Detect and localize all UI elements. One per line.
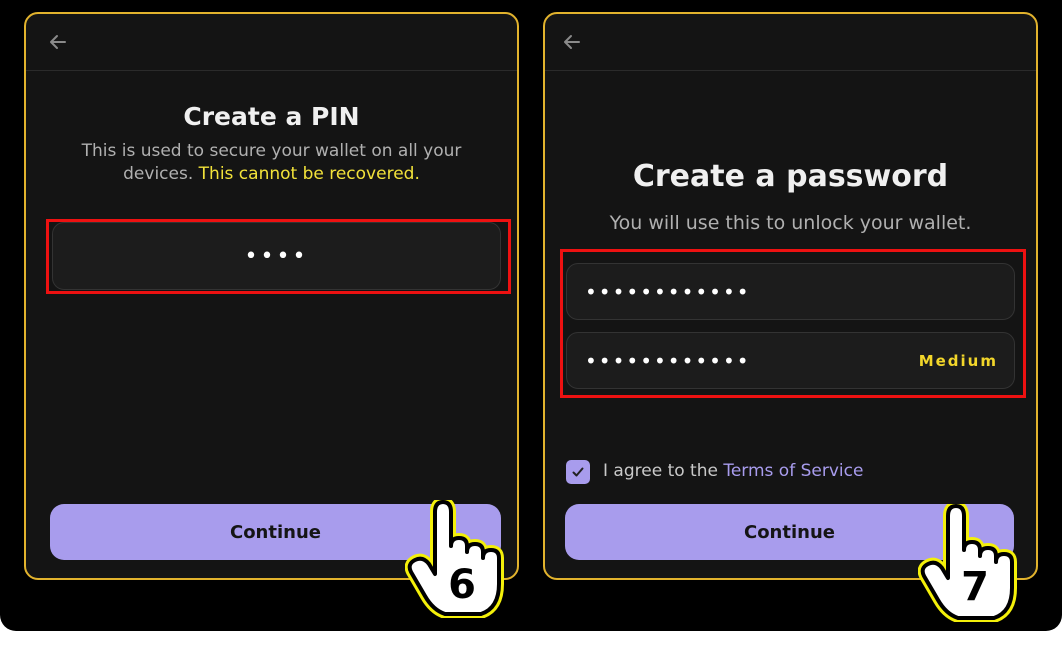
top-bar xyxy=(545,14,1036,71)
highlight-box xyxy=(560,249,1026,398)
page-title: Create a password xyxy=(632,159,949,194)
back-button[interactable] xyxy=(44,28,72,56)
top-bar xyxy=(26,14,517,71)
step-number: 6 xyxy=(448,562,476,608)
arrow-left-icon xyxy=(564,35,580,49)
checkmark-icon xyxy=(572,467,584,477)
step-number: 7 xyxy=(961,564,989,610)
arrow-left-icon xyxy=(50,35,66,49)
back-button[interactable] xyxy=(558,28,586,56)
terms-agreement: I agree to the Terms of Service xyxy=(603,461,863,481)
highlight-box xyxy=(46,219,511,294)
screenshot-stage: Create a PIN This is used to secure your… xyxy=(0,0,1062,631)
terms-link[interactable]: Terms of Service xyxy=(723,461,863,481)
terms-checkbox[interactable] xyxy=(566,460,590,484)
agree-text: I agree to the xyxy=(603,461,718,481)
page-subtitle: This is used to secure your wallet on al… xyxy=(66,140,477,186)
hand-pointer-6: 6 xyxy=(405,500,505,618)
hand-pointer-7: 7 xyxy=(918,504,1018,622)
create-pin-panel: Create a PIN This is used to secure your… xyxy=(24,12,519,580)
page-subtitle: You will use this to unlock your wallet. xyxy=(609,212,972,234)
create-password-panel: Create a password You will use this to u… xyxy=(543,12,1038,580)
warning-text: This cannot be recovered. xyxy=(198,164,420,184)
page-title: Create a PIN xyxy=(183,102,360,131)
